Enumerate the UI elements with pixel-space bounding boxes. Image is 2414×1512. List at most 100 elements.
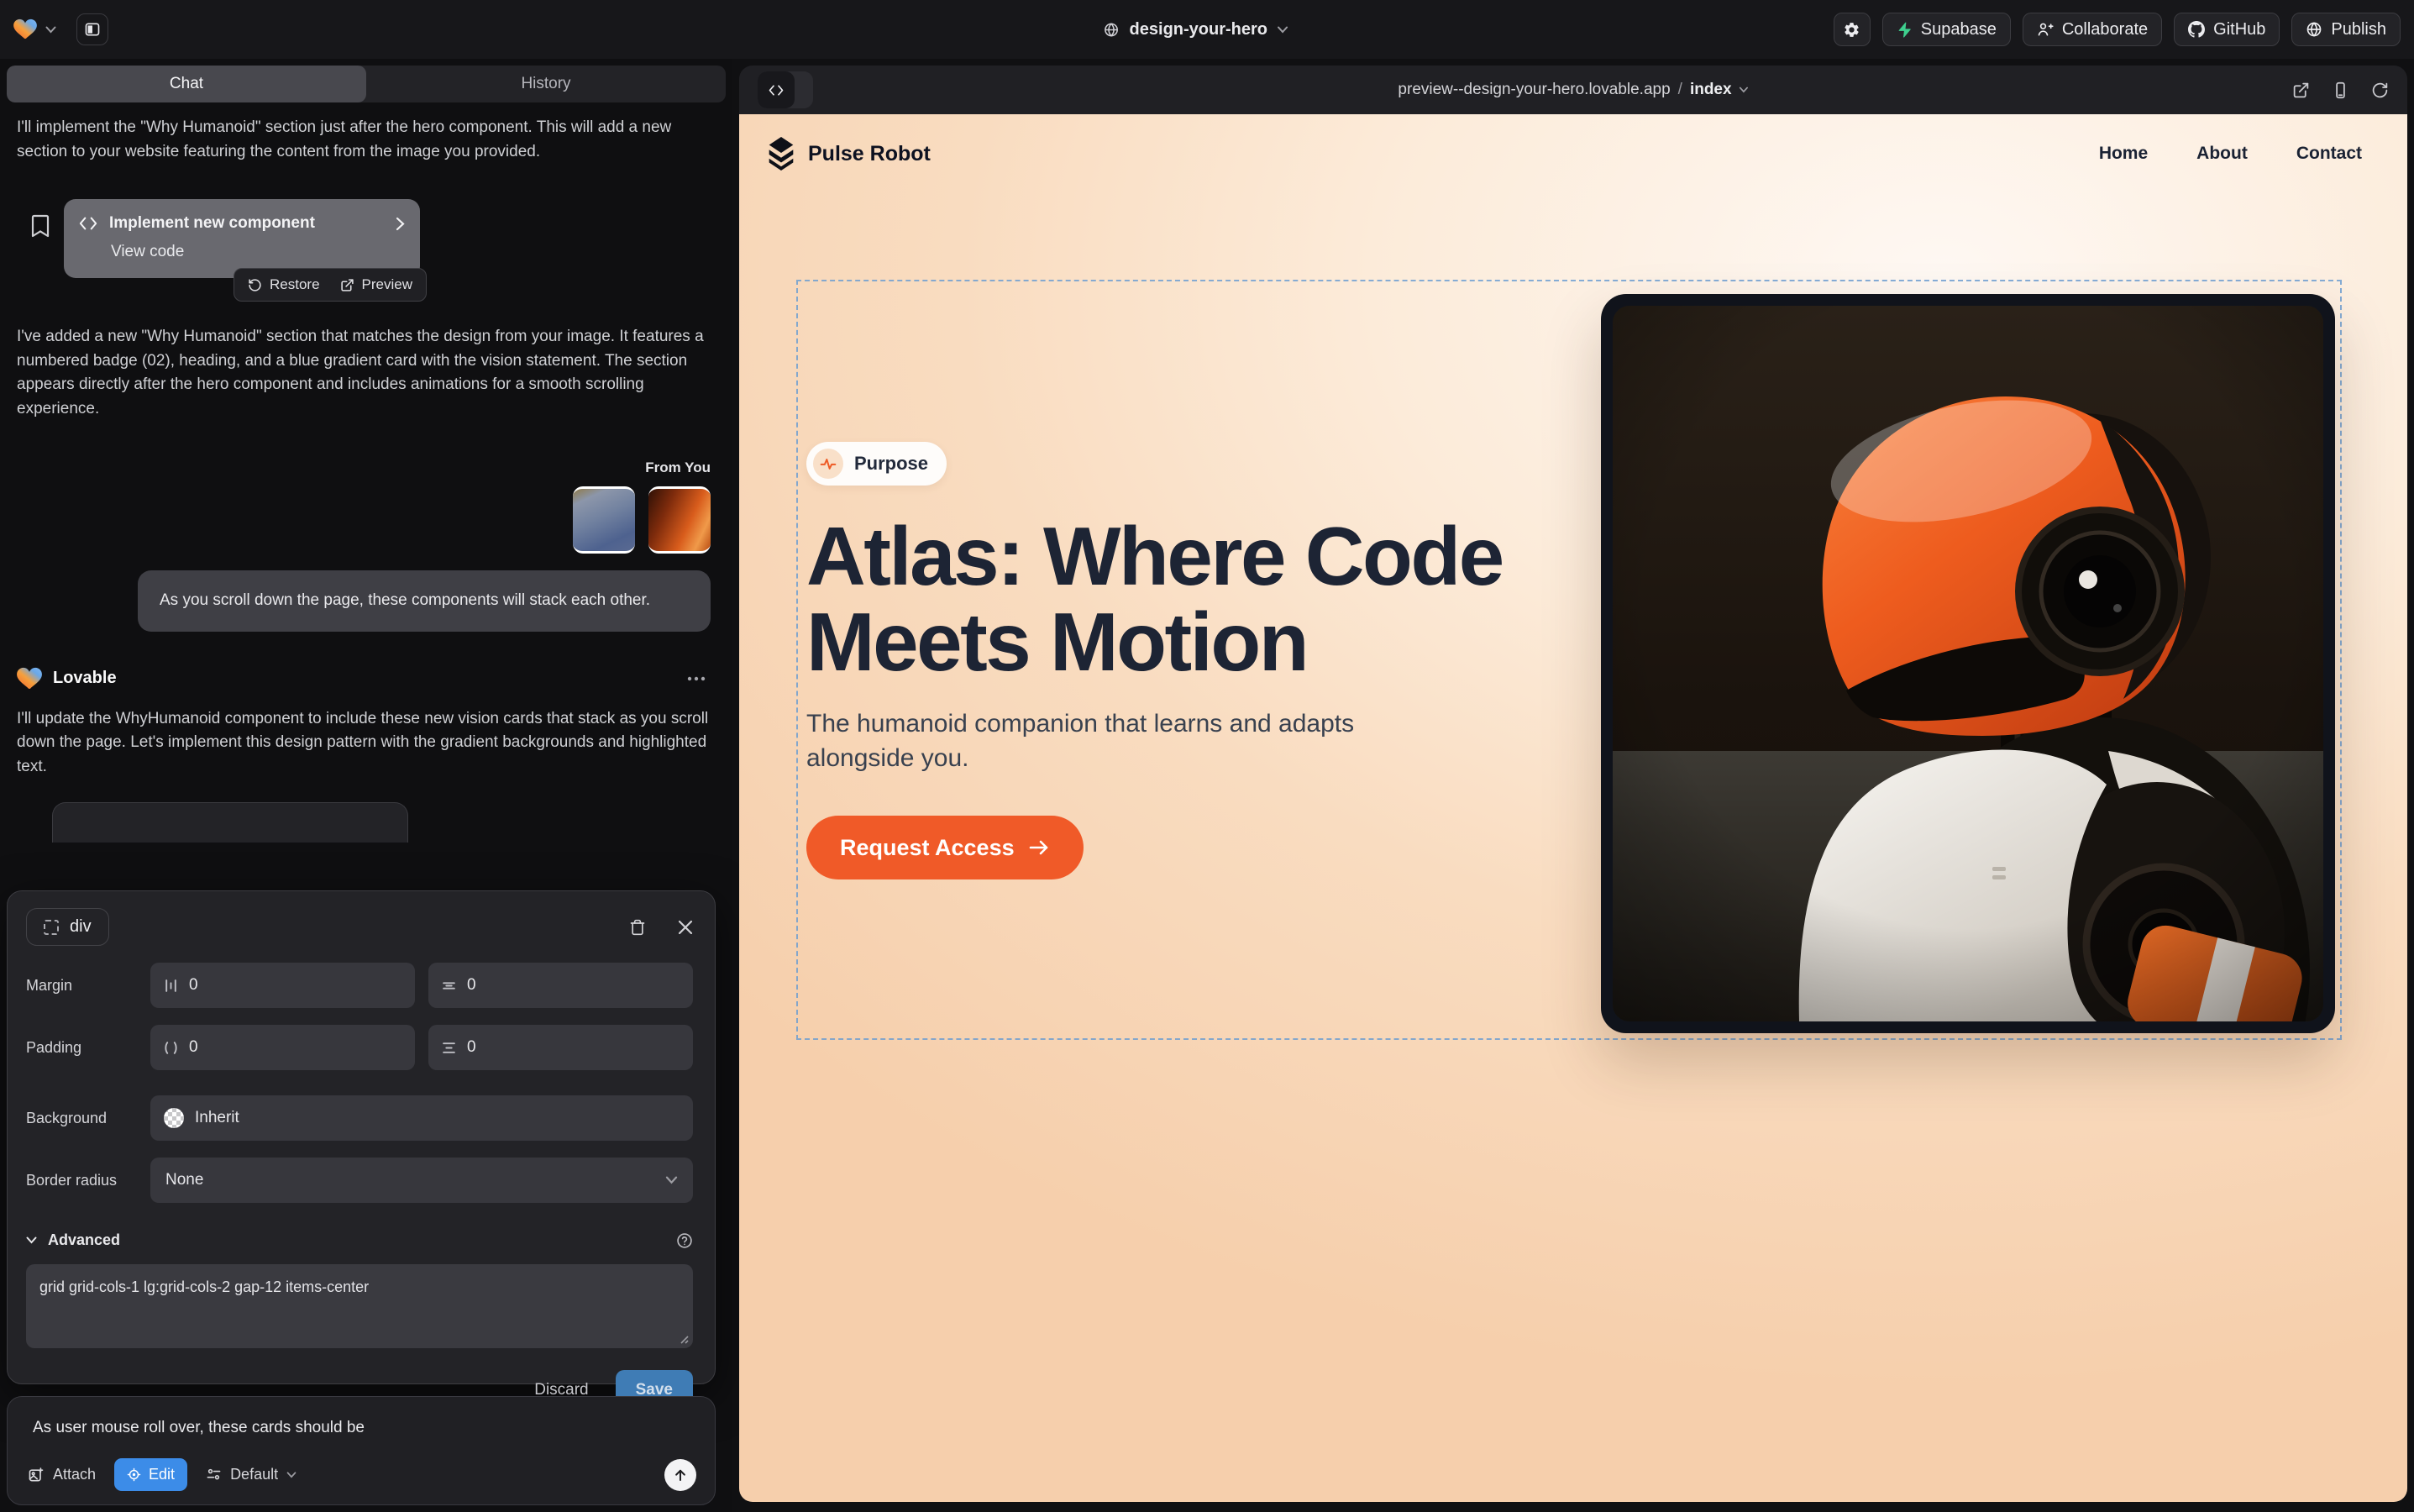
chevron-down-icon (1278, 26, 1288, 34)
nav-home[interactable]: Home (2099, 144, 2148, 164)
hero-heading: Atlas: Where Code Meets Motion (806, 514, 1663, 685)
lovable-heart-icon[interactable] (13, 18, 37, 40)
assistant-message-2: I've added a new "Why Humanoid" section … (17, 325, 711, 421)
close-icon[interactable] (678, 920, 693, 935)
purpose-badge: Purpose (806, 442, 947, 486)
github-icon (2188, 21, 2205, 38)
chat-composer: As user mouse roll over, these cards sho… (7, 1396, 716, 1505)
margin-y-icon (442, 979, 456, 993)
chevron-down-icon (1740, 87, 1749, 93)
robot-hero-card (1601, 294, 2335, 1033)
assistant-name: Lovable (53, 669, 117, 688)
view-code-link[interactable]: View code (111, 243, 405, 261)
supabase-button[interactable]: Supabase (1882, 13, 2011, 46)
element-inspector-panel: div Margin (7, 890, 716, 1384)
chat-history-tabs: Chat History (7, 66, 726, 102)
code-view-toggle[interactable] (758, 71, 813, 108)
code-icon (758, 71, 795, 108)
element-tag: div (70, 917, 92, 937)
advanced-section-toggle[interactable]: Advanced (48, 1231, 120, 1249)
preview-label: Preview (362, 276, 412, 293)
padding-label: Padding (26, 1039, 150, 1057)
publish-button[interactable]: Publish (2291, 13, 2401, 46)
card-hover-toolbar: Restore Preview (234, 268, 427, 302)
github-label: GitHub (2213, 20, 2265, 39)
padding-x-field[interactable] (150, 1025, 415, 1070)
margin-x-field[interactable] (150, 963, 415, 1008)
preview-page: index (1690, 81, 1732, 99)
delete-element-button[interactable] (629, 918, 646, 937)
preview-button[interactable]: Preview (340, 276, 412, 293)
chevron-down-icon[interactable] (45, 26, 56, 34)
user-message-bubble: As you scroll down the page, these compo… (138, 570, 711, 632)
globe-icon (1104, 22, 1120, 38)
site-brand[interactable]: Pulse Robot (766, 136, 931, 171)
github-button[interactable]: GitHub (2174, 13, 2280, 46)
resize-handle[interactable] (679, 1334, 689, 1344)
component-card-partial[interactable] (52, 802, 408, 843)
nav-contact[interactable]: Contact (2296, 144, 2362, 164)
sliders-icon (206, 1467, 222, 1483)
padding-x-icon (164, 1041, 178, 1055)
padding-y-field[interactable] (428, 1025, 693, 1070)
collaborate-button[interactable]: Collaborate (2023, 13, 2162, 46)
edit-mode-button[interactable]: Edit (114, 1458, 187, 1491)
supabase-label: Supabase (1921, 20, 1997, 39)
sidebar-toggle-button[interactable] (76, 13, 108, 45)
send-button[interactable] (664, 1459, 696, 1491)
robot-image (1613, 306, 2323, 1021)
background-value: Inherit (195, 1109, 239, 1127)
attachment-thumbnail-blue[interactable] (573, 486, 635, 554)
preview-toolbar: preview--design-your-hero.lovable.app / … (739, 66, 2407, 114)
site-header: Pulse Robot Home About Contact (739, 114, 2407, 193)
url-divider: / (1678, 81, 1682, 99)
tab-chat[interactable]: Chat (7, 66, 366, 102)
site-nav: Home About Contact (2099, 144, 2362, 164)
gear-icon (1843, 21, 1860, 39)
preview-pane: preview--design-your-hero.lovable.app / … (739, 66, 2407, 1502)
assistant-message-3: I'll update the WhyHumanoid component to… (17, 707, 711, 780)
attach-image-icon (28, 1467, 45, 1483)
open-in-new-tab-button[interactable] (2292, 81, 2310, 99)
chevron-down-icon (286, 1472, 297, 1478)
mobile-view-button[interactable] (2332, 81, 2349, 99)
more-menu-icon[interactable] (687, 676, 706, 681)
preview-url[interactable]: preview--design-your-hero.lovable.app / … (1398, 81, 1748, 99)
settings-button[interactable] (1834, 13, 1871, 46)
project-switcher[interactable]: design-your-hero (1104, 0, 1288, 59)
help-icon[interactable] (676, 1232, 693, 1249)
model-selector[interactable]: Default (206, 1466, 297, 1483)
border-radius-value: None (165, 1171, 203, 1189)
background-field[interactable]: Inherit (150, 1095, 693, 1141)
attach-label: Attach (53, 1466, 96, 1483)
bookmark-icon[interactable] (30, 214, 50, 238)
cta-label: Request Access (840, 835, 1015, 861)
border-radius-select[interactable]: None (150, 1158, 693, 1203)
target-icon (127, 1467, 141, 1482)
hero-section-selected[interactable]: Purpose Atlas: Where Code Meets Motion T… (796, 280, 2342, 1040)
element-frame-icon (44, 920, 59, 935)
default-label: Default (230, 1466, 278, 1483)
selected-element-pill[interactable]: div (26, 908, 109, 946)
restore-label: Restore (270, 276, 320, 293)
nav-about[interactable]: About (2196, 144, 2248, 164)
edit-label: Edit (149, 1466, 175, 1483)
tab-history[interactable]: History (366, 66, 726, 102)
chevron-down-icon (665, 1176, 678, 1184)
chat-input[interactable]: As user mouse roll over, these cards sho… (33, 1419, 696, 1437)
transparent-swatch-icon (164, 1108, 184, 1128)
external-link-icon (340, 278, 354, 292)
attach-button[interactable]: Attach (28, 1466, 96, 1483)
border-radius-label: Border radius (26, 1172, 150, 1189)
lovable-heart-icon (17, 667, 42, 690)
refresh-button[interactable] (2371, 81, 2389, 99)
restore-button[interactable]: Restore (248, 276, 320, 293)
tailwind-classes-input[interactable]: grid grid-cols-1 lg:grid-cols-2 gap-12 i… (26, 1264, 693, 1348)
component-card[interactable]: Implement new component View code Restor… (64, 199, 420, 278)
request-access-button[interactable]: Request Access (806, 816, 1084, 879)
background-label: Background (26, 1110, 150, 1127)
preview-domain: preview--design-your-hero.lovable.app (1398, 81, 1670, 99)
code-icon (79, 216, 97, 231)
attachment-thumbnail-orange[interactable] (648, 486, 711, 554)
margin-y-field[interactable] (428, 963, 693, 1008)
